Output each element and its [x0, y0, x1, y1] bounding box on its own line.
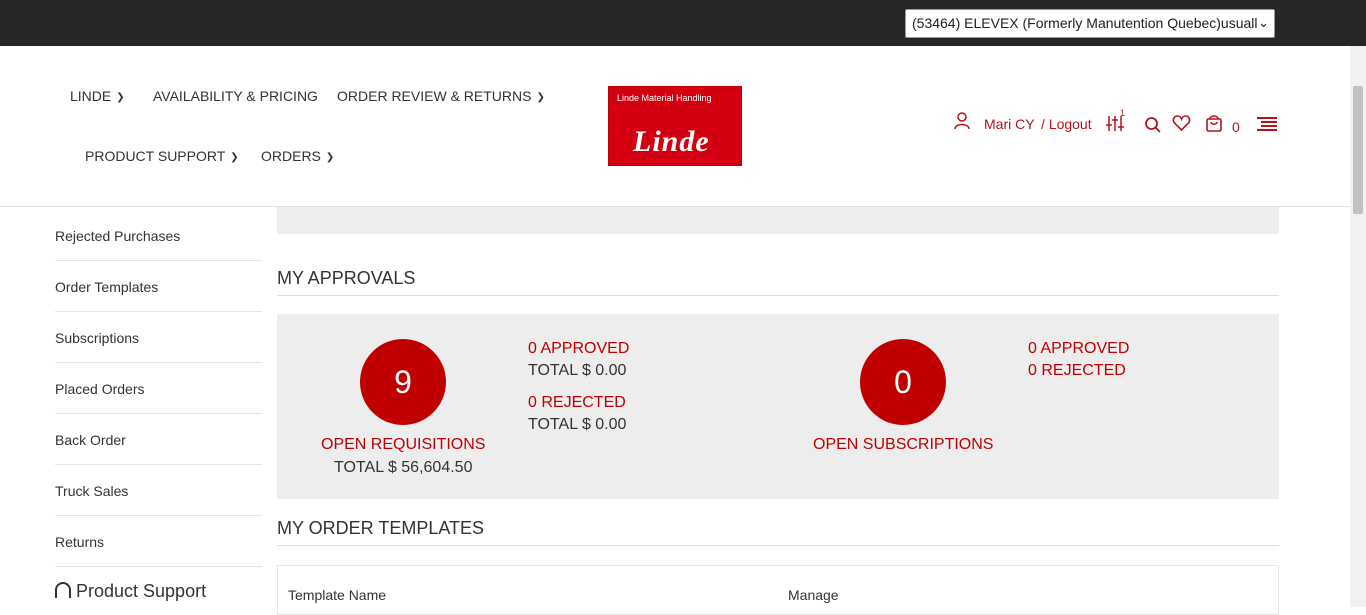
sidebar-product-support-heading[interactable]: Product Support — [55, 581, 206, 602]
sidebar-item-truck-sales[interactable]: Truck Sales — [55, 465, 262, 516]
column-header-template-name: Template Name — [288, 587, 387, 603]
user-icon[interactable] — [953, 112, 973, 130]
chevron-down-icon: ⌄ — [1258, 15, 1269, 30]
sidebar-item-returns[interactable]: Returns — [55, 516, 262, 567]
nav-label: ORDERS — [261, 148, 321, 164]
subscriptions-count-circle[interactable]: 0 — [860, 339, 946, 425]
subscriptions-rejected[interactable]: 0 REJECTED — [1028, 362, 1126, 380]
headset-icon — [55, 582, 71, 598]
menu-icon[interactable] — [1256, 116, 1278, 132]
sidebar-item-label: Returns — [55, 534, 105, 550]
nav-label: AVAILABILITY & PRICING — [153, 88, 318, 104]
search-icon[interactable] — [1144, 116, 1162, 134]
nav-orders[interactable]: ORDERS ❯ — [261, 148, 334, 164]
sidebar-item-label: Order Templates — [55, 279, 159, 295]
sidebar-item-label: Back Order — [55, 432, 126, 448]
sidebar-item-label: Truck Sales — [55, 483, 129, 499]
sidebar-item-placed-orders[interactable]: Placed Orders — [55, 363, 262, 414]
chevron-down-icon: ❯ — [230, 152, 239, 163]
heart-icon[interactable] — [1172, 115, 1191, 132]
requisitions-approved[interactable]: 0 APPROVED — [528, 340, 629, 358]
order-templates-table: Template Name Manage — [277, 565, 1279, 615]
requisitions-rejected[interactable]: 0 REJECTED — [528, 394, 626, 412]
nav-linde[interactable]: LINDE ❯ — [70, 88, 125, 104]
chevron-down-icon: ❯ — [536, 92, 545, 103]
nav-product-support[interactable]: PRODUCT SUPPORT ❯ — [85, 148, 239, 164]
sidebar-item-rejected-purchases[interactable]: Rejected Purchases — [55, 210, 262, 261]
requisitions-total: TOTAL $ 56,604.50 — [334, 459, 473, 476]
user-name[interactable]: Mari CY — [984, 116, 1035, 132]
sidebar-item-label: Placed Orders — [55, 381, 145, 397]
open-subscriptions-label[interactable]: OPEN SUBSCRIPTIONS — [813, 436, 993, 454]
nav-label: ORDER REVIEW & RETURNS — [337, 88, 532, 104]
account-select[interactable]: (53464) ELEVEX (Formerly Manutention Que… — [905, 9, 1275, 38]
requisitions-rejected-total: TOTAL $ 0.00 — [528, 416, 627, 433]
filter-badge: 1 — [1120, 108, 1126, 118]
nav-label: LINDE — [70, 88, 112, 104]
nav-availability-pricing[interactable]: AVAILABILITY & PRICING — [153, 88, 318, 104]
account-select-value: (53464) ELEVEX (Formerly Manutention Que… — [912, 15, 1258, 31]
approvals-panel: 9 OPEN REQUISITIONS TOTAL $ 56,604.50 0 … — [277, 314, 1279, 499]
order-templates-title: MY ORDER TEMPLATES — [277, 518, 1279, 546]
page-scrollbar[interactable] — [1350, 46, 1366, 607]
requisitions-approved-total: TOTAL $ 0.00 — [528, 362, 627, 379]
column-header-manage: Manage — [788, 587, 839, 603]
linde-logo[interactable]: Linde Material Handling Linde — [608, 86, 742, 166]
site-header: LINDE ❯ AVAILABILITY & PRICING ORDER REVI… — [0, 46, 1350, 207]
logout-link[interactable]: / Logout — [1041, 116, 1092, 132]
sidebar-item-label: Rejected Purchases — [55, 228, 181, 244]
chevron-down-icon: ❯ — [116, 92, 125, 103]
open-requisitions-label[interactable]: OPEN REQUISITIONS — [321, 436, 485, 454]
scrollbar-thumb[interactable] — [1353, 86, 1363, 214]
product-support-label: Product Support — [76, 581, 207, 601]
sidebar-item-label: Subscriptions — [55, 330, 140, 346]
logo-subtitle: Linde Material Handling — [617, 93, 712, 103]
cart-count: 0 — [1232, 119, 1240, 135]
requisitions-count-circle[interactable]: 9 — [360, 339, 446, 425]
summary-panel-top — [277, 207, 1279, 234]
approvals-title: MY APPROVALS — [277, 268, 1279, 296]
sidebar-item-order-templates[interactable]: Order Templates — [55, 261, 262, 312]
subscriptions-approved[interactable]: 0 APPROVED — [1028, 340, 1129, 358]
sidebar-item-back-order[interactable]: Back Order — [55, 414, 262, 465]
top-bar: (53464) ELEVEX (Formerly Manutention Que… — [0, 0, 1366, 46]
logo-wordmark: Linde — [633, 125, 710, 158]
nav-order-review-returns[interactable]: ORDER REVIEW & RETURNS ❯ — [337, 88, 545, 104]
chevron-down-icon: ❯ — [325, 152, 335, 163]
nav-label: PRODUCT SUPPORT — [85, 148, 226, 164]
sidebar-item-subscriptions[interactable]: Subscriptions — [55, 312, 262, 363]
cart-icon[interactable] — [1205, 114, 1223, 132]
